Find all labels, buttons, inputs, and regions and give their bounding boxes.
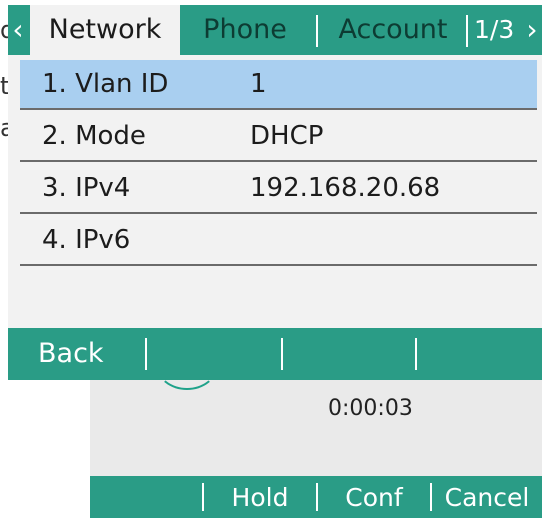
- list-item-vlan-id[interactable]: 1. Vlan ID 1: [20, 60, 537, 110]
- call-softkey-bar: Hold Conf Cancel: [90, 476, 542, 518]
- list-item-value: 192.168.20.68: [250, 173, 441, 203]
- tab-divider: [316, 15, 318, 47]
- chevron-left-icon[interactable]: ‹: [8, 13, 28, 47]
- menu-softkey-4[interactable]: [419, 328, 539, 380]
- list-item-mode[interactable]: 2. Mode DHCP: [20, 112, 537, 162]
- list-item-value: DHCP: [250, 121, 324, 151]
- tab-network[interactable]: Network: [30, 5, 180, 55]
- list-item-label: 2. Mode: [42, 121, 146, 151]
- call-screen: 0:00:03 Hold Conf Cancel: [90, 380, 542, 518]
- list-item-label: 1. Vlan ID: [42, 69, 169, 99]
- conf-button[interactable]: Conf: [318, 476, 430, 518]
- list-item-ipv4[interactable]: 3. IPv4 192.168.20.68: [20, 164, 537, 214]
- tab-divider: [466, 15, 468, 47]
- list-item-ipv6[interactable]: 4. IPv6: [20, 216, 537, 266]
- settings-menu: ‹ Network Phone Account 1/3 › 1. Vlan ID…: [8, 5, 542, 380]
- hold-button[interactable]: Hold: [204, 476, 316, 518]
- softkey-divider: [145, 338, 147, 370]
- softkey-divider: [415, 338, 417, 370]
- call-softkey-1[interactable]: [90, 476, 202, 518]
- cancel-button[interactable]: Cancel: [432, 476, 542, 518]
- tab-account[interactable]: Account: [322, 5, 464, 55]
- back-button[interactable]: Back: [38, 328, 138, 380]
- tab-phone[interactable]: Phone: [186, 5, 304, 55]
- list-item-value: 1: [250, 69, 267, 99]
- menu-softkey-2[interactable]: [149, 328, 279, 380]
- list-item-label: 4. IPv6: [42, 225, 131, 255]
- call-timer: 0:00:03: [328, 396, 413, 421]
- chevron-right-icon[interactable]: ›: [522, 13, 542, 47]
- page-indicator: 1/3: [474, 15, 515, 44]
- menu-softkey-bar: Back: [8, 328, 542, 380]
- list-item-label: 3. IPv4: [42, 173, 131, 203]
- softkey-divider: [281, 338, 283, 370]
- tab-bar: ‹ Network Phone Account 1/3 ›: [8, 5, 542, 55]
- menu-softkey-3[interactable]: [285, 328, 413, 380]
- phone-screen: d t a 0:00:03 Hold Conf Cancel ‹ Network…: [0, 0, 542, 518]
